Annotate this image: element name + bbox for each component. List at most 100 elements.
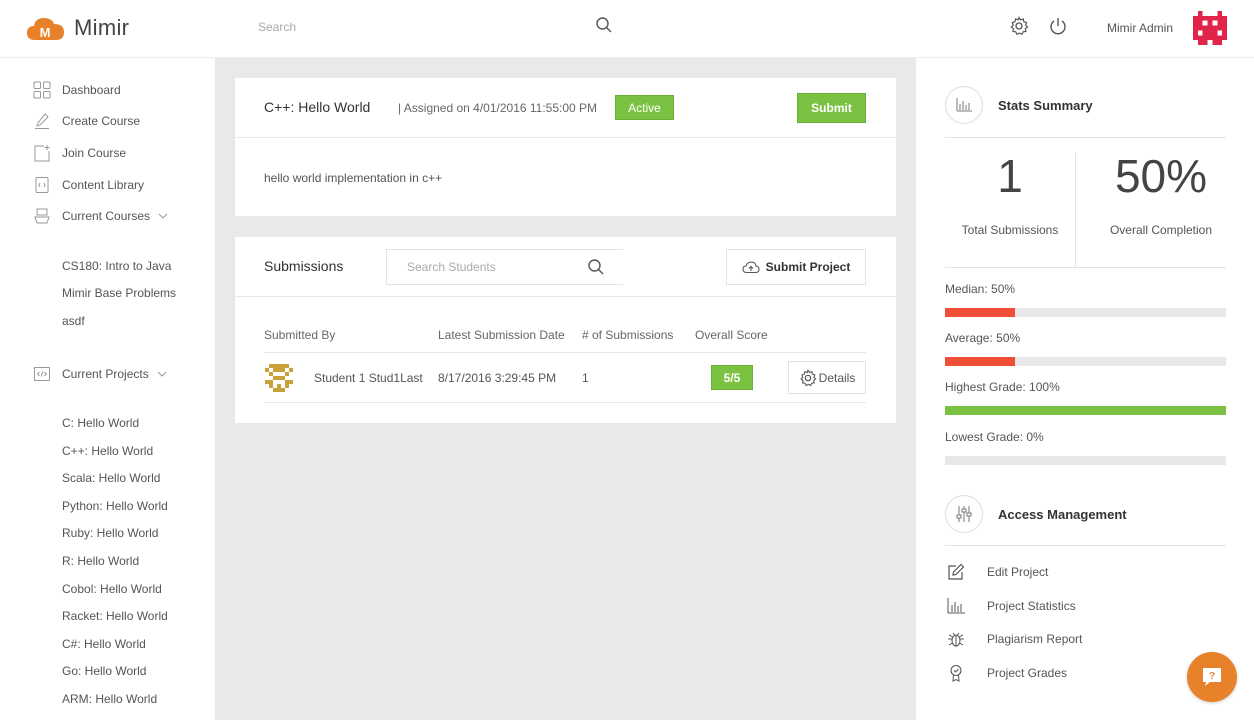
gear-icon[interactable] [1009,16,1029,41]
submission-count: 1 [582,371,589,385]
assigned-date: | Assigned on 4/01/2016 11:55:00 PM [398,101,598,115]
sidebar-project-item[interactable]: Cobol: Hello World [62,582,162,596]
divider [945,545,1226,546]
project-statistics-label: Project Statistics [987,599,1076,613]
project-card: C++: Hello World | Assigned on 4/01/2016… [235,78,896,216]
app-name: Mimir [74,15,130,40]
chevron-down-icon [158,213,168,219]
sidebar-project-item[interactable]: C: Hello World [62,416,139,430]
sidebar-project-item[interactable]: Go: Hello World [62,664,146,678]
lowest-grade-label: Lowest Grade: 0% [945,430,1044,444]
help-label: ? [1209,671,1215,682]
project-header: C++: Hello World | Assigned on 4/01/2016… [235,78,896,138]
course-icon [33,207,51,225]
student-search-input[interactable]: Search Students [407,260,496,274]
help-chat-icon: ? [1200,665,1224,689]
sidebar-item-current-courses[interactable]: Current Courses [33,206,168,226]
divider [945,267,1226,268]
sliders-icon [945,495,983,533]
sidebar-project-item[interactable]: Scala: Hello World [62,471,160,485]
help-button[interactable]: ? [1187,652,1237,702]
stats-summary-title: Stats Summary [998,97,1093,113]
code-icon [33,365,51,383]
sidebar-project-item[interactable]: ARM: Hello World [62,692,157,706]
average-label: Average: 50% [945,331,1021,345]
edit-project-link[interactable]: Edit Project [946,562,1048,582]
details-label: Details [818,370,856,385]
sidebar-item-label: Current Courses [62,209,151,223]
sidebar-project-item[interactable]: Ruby: Hello World [62,526,158,540]
submissions-title: Submissions [264,258,344,274]
column-header: # of Submissions [582,328,674,342]
column-header: Submitted By [264,328,336,342]
main-content: C++: Hello World | Assigned on 4/01/2016… [215,58,916,720]
submit-project-label: Submit Project [765,260,851,274]
sidebar-course-mimir-base[interactable]: Mimir Base Problems [62,286,176,300]
total-submissions-label: Total Submissions [961,223,1059,237]
sidebar-project-item[interactable]: C++: Hello World [62,444,153,458]
submissions-header: Submissions Search Students Submit Proje… [235,237,896,297]
right-panel: Stats Summary 1 Total Submissions 50% Ov… [916,58,1254,720]
bar-chart-icon [946,596,966,616]
gear-icon [799,368,817,387]
project-statistics-link[interactable]: Project Statistics [946,596,1076,616]
user-name[interactable]: Mimir Admin [1107,21,1173,35]
cloud-logo-icon: M [26,14,66,42]
access-management-title: Access Management [998,506,1127,522]
search-input[interactable] [258,20,578,34]
student-search-field[interactable]: Search Students [386,249,623,285]
sidebar-project-item[interactable]: Python: Hello World [62,499,168,513]
divider [264,402,866,403]
sidebar-item-create-course[interactable]: Create Course [33,111,140,131]
divider [264,352,866,353]
sidebar-project-item[interactable]: R: Hello World [62,554,139,568]
sidebar-project-item[interactable]: Racket: Hello World [62,609,168,623]
sidebar: Dashboard Create Course Join Course Cont… [0,58,215,720]
add-page-icon [33,144,51,162]
column-header: Overall Score [695,328,768,342]
edit-project-label: Edit Project [987,565,1049,579]
median-bar-fill [945,308,1016,317]
project-description: hello world implementation in c++ [264,171,443,185]
avatar[interactable] [1193,11,1227,45]
pencil-icon [33,112,51,130]
total-submissions-value: 1 [997,150,1023,202]
submit-button[interactable]: Submit [797,93,866,123]
sidebar-course-asdf[interactable]: asdf [62,314,85,328]
submit-project-button[interactable]: Submit Project [726,249,866,285]
stats-summary-header: Stats Summary [945,86,1093,124]
average-bar [945,357,1226,366]
median-bar [945,308,1226,317]
student-name[interactable]: Student 1 Stud1Last [314,371,423,385]
average-bar-fill [945,357,1016,366]
sidebar-item-content-library[interactable]: Content Library [33,175,144,195]
sidebar-item-label: Dashboard [62,83,121,97]
access-management-header: Access Management [945,495,1127,533]
sidebar-item-label: Content Library [62,178,145,192]
sidebar-item-join-course[interactable]: Join Course [33,143,126,163]
top-bar: M Mimir Mimir Admin [0,0,1254,58]
search-icon[interactable] [587,258,605,281]
project-grades-link[interactable]: Project Grades [946,663,1067,683]
plagiarism-report-link[interactable]: Plagiarism Report [946,629,1082,649]
details-button[interactable]: Details [788,361,866,394]
svg-text:M: M [40,25,51,40]
highest-grade-label: Highest Grade: 100% [945,380,1060,394]
sidebar-item-current-projects[interactable]: Current Projects [33,364,167,384]
search-icon[interactable] [595,16,613,39]
sidebar-item-label: Create Course [62,114,141,128]
cloud-upload-icon [742,260,760,274]
status-badge: Active [615,95,674,120]
sidebar-item-label: Join Course [62,146,127,160]
bar-chart-icon [945,86,983,124]
lowest-grade-bar [945,456,1226,465]
sidebar-course-cs180[interactable]: CS180: Intro to Java [62,259,171,273]
dashboard-icon [33,81,51,99]
divider [945,137,1226,138]
sidebar-project-item[interactable]: C#: Hello World [62,637,146,651]
column-header: Latest Submission Date [438,328,565,342]
logo[interactable]: M Mimir [26,14,129,42]
overall-completion-stat: 50% Overall Completion [1096,153,1226,237]
sidebar-item-dashboard[interactable]: Dashboard [33,80,121,100]
power-icon[interactable] [1048,16,1068,41]
